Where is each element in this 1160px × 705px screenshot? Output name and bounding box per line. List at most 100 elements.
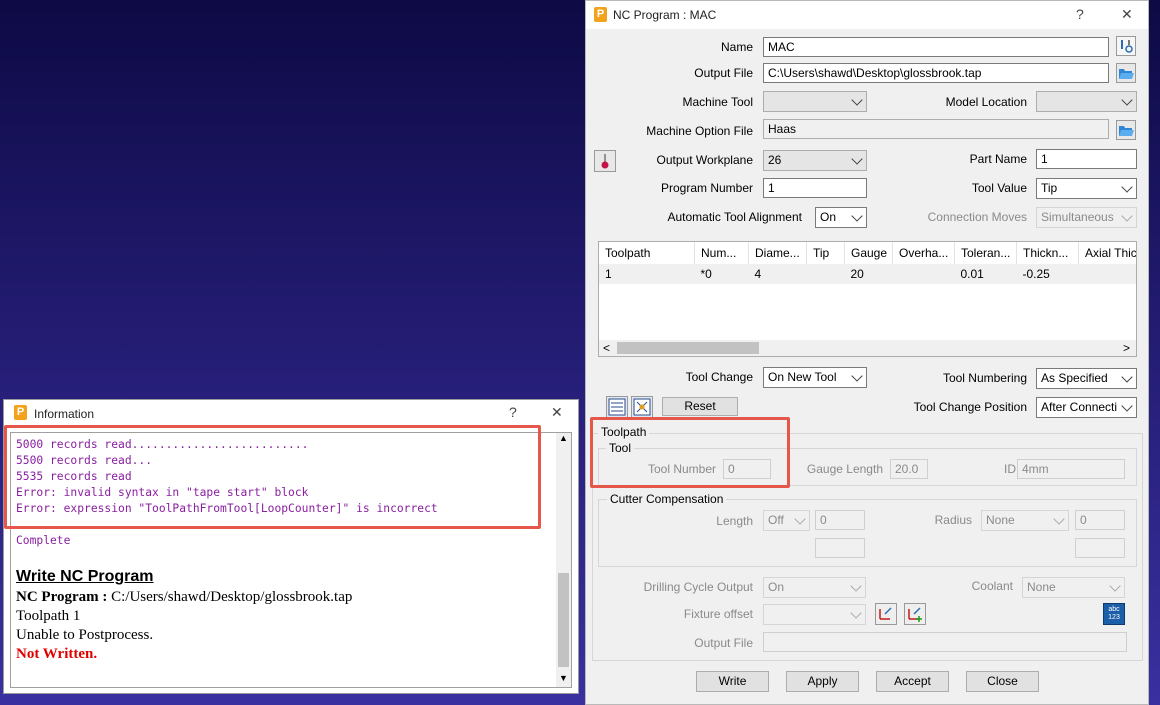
nc-program-line: NC Program : C:/Users/shawd/Desktop/glos… bbox=[16, 589, 352, 606]
table-row[interactable]: 1 *0 4 20 0.01 -0.25 bbox=[599, 264, 1137, 284]
tool-numbering-label: Tool Numbering bbox=[942, 371, 1027, 385]
radius-select[interactable]: None bbox=[981, 510, 1069, 531]
open-folder-icon[interactable] bbox=[1116, 120, 1136, 140]
not-written-line: Not Written. bbox=[16, 646, 98, 662]
nc-dialog-titlebar: P NC Program : MAC ? ✕ bbox=[586, 1, 1148, 29]
length-select[interactable]: Off bbox=[763, 510, 810, 531]
tool-change-position-select[interactable]: After Connecti bbox=[1036, 397, 1137, 418]
length-extra-field[interactable] bbox=[815, 538, 865, 558]
vertical-scrollbar[interactable]: ▲ ▼ bbox=[556, 433, 571, 687]
model-location-select[interactable] bbox=[1036, 91, 1137, 112]
coolant-select[interactable]: None bbox=[1022, 577, 1125, 598]
output-file2-field[interactable] bbox=[763, 632, 1127, 652]
tool-numbering-select[interactable]: As Specified bbox=[1036, 368, 1137, 389]
help-button[interactable]: ? bbox=[509, 404, 517, 420]
powermill-logo-icon: P bbox=[594, 7, 607, 22]
tool-list-icon[interactable] bbox=[606, 396, 628, 418]
output-file2-label: Output File bbox=[694, 636, 753, 650]
scroll-up-icon[interactable]: ▲ bbox=[559, 433, 568, 443]
output-workplane-select[interactable]: 26 bbox=[763, 150, 867, 171]
drilling-select[interactable]: On bbox=[763, 577, 866, 598]
auto-align-select[interactable]: On bbox=[815, 207, 867, 228]
close-button[interactable]: ✕ bbox=[551, 404, 563, 421]
column-header[interactable]: Tip bbox=[806, 242, 845, 264]
radius-extra-field[interactable] bbox=[1075, 538, 1125, 558]
table-cell bbox=[807, 264, 845, 284]
nc-dialog-title: NC Program : MAC bbox=[613, 8, 717, 22]
model-location-label: Model Location bbox=[945, 95, 1027, 109]
name-label: Name bbox=[720, 40, 753, 54]
fixture-offset-label: Fixture offset bbox=[683, 607, 753, 621]
length-number-field[interactable]: 0 bbox=[815, 510, 865, 530]
reset-button[interactable]: Reset bbox=[662, 397, 738, 416]
column-header[interactable]: Overha... bbox=[892, 242, 955, 264]
coolant-label: Coolant bbox=[971, 579, 1013, 593]
highlight-box bbox=[590, 417, 790, 488]
toolpath-line: Toolpath 1 bbox=[16, 608, 81, 624]
tool-change-label: Tool Change bbox=[685, 370, 753, 384]
output-file-field[interactable]: C:\Users\shawd\Desktop\glossbrook.tap bbox=[763, 63, 1109, 83]
output-workplane-label: Output Workplane bbox=[656, 153, 754, 167]
tool-change-select[interactable]: On New Tool bbox=[763, 367, 867, 388]
column-header[interactable]: Toolpath bbox=[599, 242, 695, 264]
part-name-label: Part Name bbox=[969, 152, 1027, 166]
add-fixture-offset-icon[interactable] bbox=[904, 603, 926, 625]
table-cell bbox=[1079, 264, 1137, 284]
machine-option-label: Machine Option File bbox=[646, 124, 753, 138]
name-field[interactable]: MAC bbox=[763, 37, 1109, 57]
gauge-length-label: Gauge Length bbox=[806, 462, 883, 476]
toolpath-table: Toolpath Num... Diame... Tip Gauge Overh… bbox=[598, 241, 1137, 357]
table-cell: 20 bbox=[850, 267, 864, 281]
nc-program-dialog: P NC Program : MAC ? ✕ Name MAC Output F… bbox=[585, 0, 1149, 705]
close-dialog-button[interactable]: Close bbox=[966, 671, 1039, 692]
length-label: Length bbox=[716, 514, 753, 528]
abc-123-icon[interactable]: abc 123 bbox=[1103, 603, 1125, 625]
connection-moves-label: Connection Moves bbox=[927, 210, 1027, 224]
open-folder-icon[interactable] bbox=[1116, 63, 1136, 83]
id-field[interactable]: 4mm bbox=[1017, 459, 1125, 479]
scroll-down-icon[interactable]: ▼ bbox=[559, 673, 568, 683]
write-button[interactable]: Write bbox=[696, 671, 769, 692]
scrollbar-thumb[interactable] bbox=[558, 573, 569, 667]
auto-align-label: Automatic Tool Alignment bbox=[667, 210, 802, 224]
table-cell: -0.25 bbox=[1022, 267, 1050, 281]
fixture-offset-select[interactable] bbox=[763, 604, 866, 625]
column-header[interactable]: Gauge bbox=[844, 242, 893, 264]
id-label: ID bbox=[1004, 462, 1016, 476]
horizontal-scrollbar[interactable]: < > bbox=[599, 340, 1136, 356]
highlight-box bbox=[4, 425, 541, 529]
tool-value-select[interactable]: Tip bbox=[1036, 178, 1137, 199]
close-button[interactable]: ✕ bbox=[1121, 6, 1133, 23]
column-header[interactable]: Thickn... bbox=[1016, 242, 1079, 264]
help-button[interactable]: ? bbox=[1076, 6, 1084, 22]
cutter-comp-title: Cutter Compensation bbox=[607, 492, 727, 506]
tool-sort-icon[interactable] bbox=[631, 396, 653, 418]
scroll-right-icon[interactable]: > bbox=[1123, 341, 1130, 355]
column-header[interactable]: Num... bbox=[694, 242, 749, 264]
apply-button[interactable]: Apply bbox=[786, 671, 859, 692]
table-cell: 0.01 bbox=[960, 267, 984, 281]
scrollbar-thumb[interactable] bbox=[617, 342, 759, 354]
accept-button[interactable]: Accept bbox=[876, 671, 949, 692]
radius-number-field[interactable]: 0 bbox=[1075, 510, 1125, 530]
output-file-label: Output File bbox=[694, 66, 753, 80]
machine-option-field[interactable]: Haas bbox=[763, 119, 1109, 139]
machine-tool-select[interactable] bbox=[763, 91, 867, 112]
scroll-left-icon[interactable]: < bbox=[603, 341, 610, 355]
wrench-icon[interactable] bbox=[1116, 36, 1136, 56]
table-cell: *0 bbox=[700, 267, 712, 281]
program-number-label: Program Number bbox=[660, 181, 753, 195]
table-cell bbox=[893, 264, 955, 284]
column-header[interactable]: Axial Thick bbox=[1079, 242, 1136, 264]
nc-program-path: C:/Users/shawd/Desktop/glossbrook.tap bbox=[111, 589, 353, 605]
program-number-field[interactable]: 1 bbox=[763, 178, 867, 198]
connection-moves-select[interactable]: Simultaneous bbox=[1036, 207, 1137, 228]
gauge-length-field[interactable]: 20.0 bbox=[890, 459, 928, 479]
column-header[interactable]: Toleran... bbox=[954, 242, 1017, 264]
part-name-field[interactable]: 1 bbox=[1036, 149, 1137, 169]
nc-program-label: NC Program : bbox=[16, 589, 108, 605]
table-cell: 1 bbox=[605, 267, 612, 281]
column-header[interactable]: Diame... bbox=[748, 242, 807, 264]
workplane-icon[interactable] bbox=[594, 150, 616, 172]
fixture-offset-icon[interactable] bbox=[875, 603, 897, 625]
